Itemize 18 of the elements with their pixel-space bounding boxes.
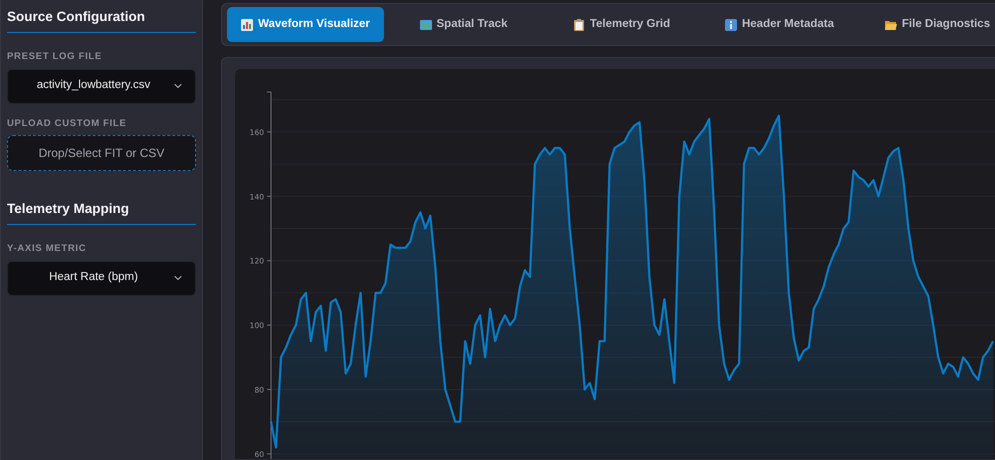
- clipboard-icon: [572, 18, 585, 30]
- bar-chart-icon: [241, 18, 254, 30]
- field-label: Y-AXIS METRIC: [7, 243, 86, 255]
- tab[interactable]: File Diagnostics: [859, 7, 995, 42]
- file-drop-zone[interactable]: Drop/Select FIT or CSV: [7, 134, 196, 171]
- tab[interactable]: Telemetry Grid: [543, 7, 700, 42]
- map-icon: [420, 18, 432, 30]
- tab[interactable]: Header Metadata: [701, 7, 858, 42]
- dropdown-select[interactable]: activity_lowbattery.csv: [7, 68, 196, 104]
- dropdown-select[interactable]: Heart Rate (bpm): [7, 260, 196, 296]
- section-heading: Source Configuration: [7, 9, 196, 34]
- field-label: UPLOAD CUSTOM FILE: [7, 118, 127, 129]
- tab[interactable]: Waveform Visualizer: [227, 7, 384, 42]
- folder-icon: [884, 18, 897, 30]
- tab[interactable]: Spatial Track: [385, 7, 542, 42]
- info-icon: [724, 18, 737, 30]
- section-heading: Telemetry Mapping: [7, 200, 196, 226]
- field-label: PRESET LOG FILE: [7, 51, 102, 63]
